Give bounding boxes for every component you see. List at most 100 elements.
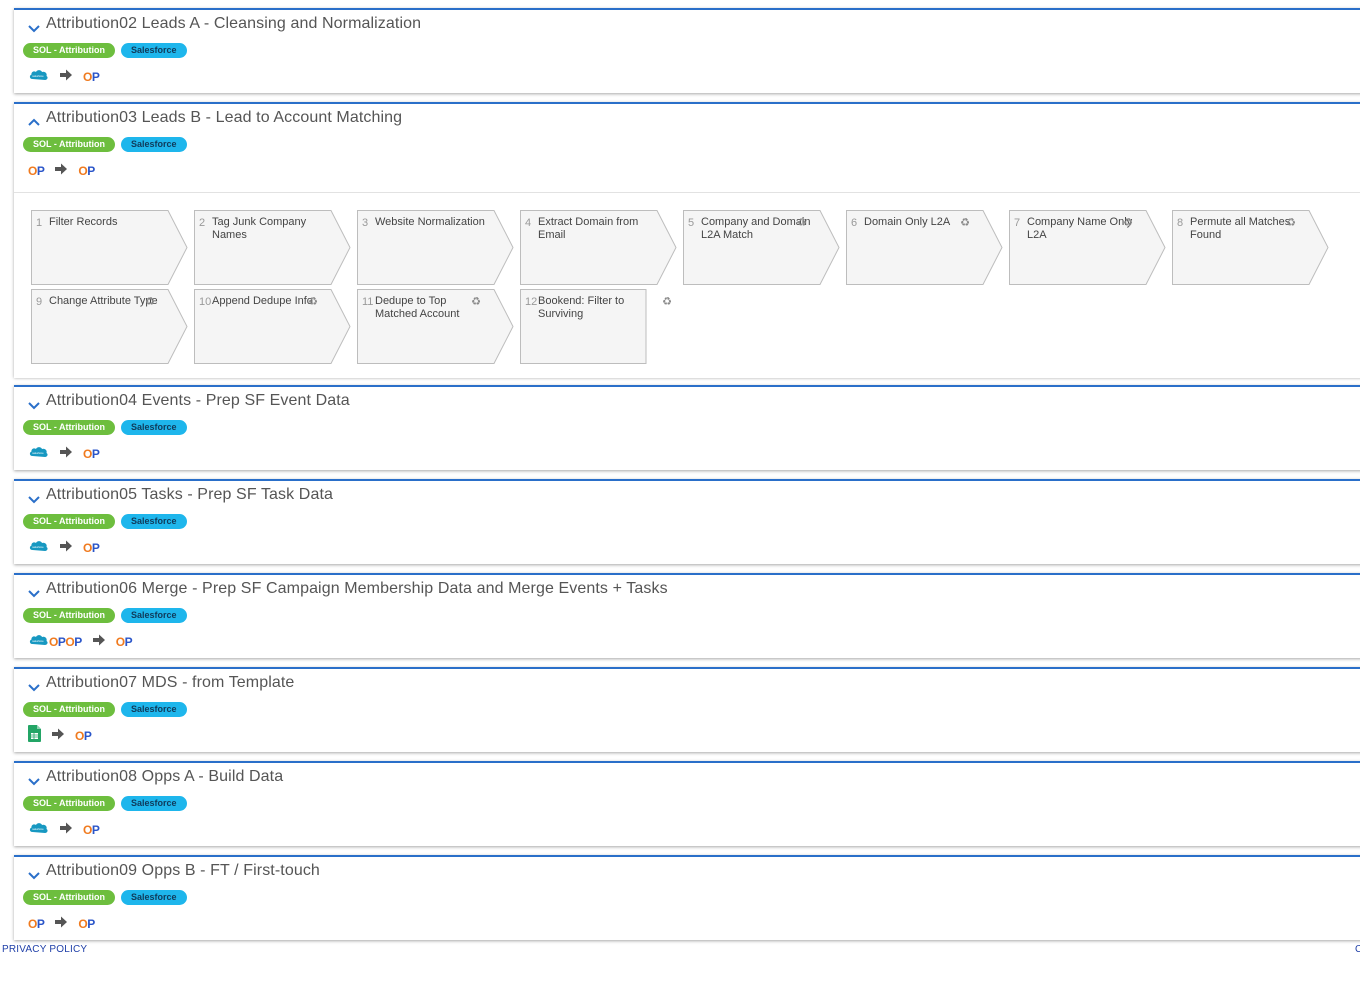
pipeline-step[interactable]: 11 Dedupe to Top Matched Account ♻ bbox=[357, 289, 514, 364]
recycle-icon: ♻ bbox=[1123, 217, 1133, 229]
pipeline-card: Attribution08 Opps A - Build Data SOL - A… bbox=[14, 761, 1360, 846]
tag-list: SOL - Attribution Salesforce bbox=[23, 608, 187, 623]
pipeline-title[interactable]: Attribution03 Leads B - Lead to Account … bbox=[46, 109, 402, 127]
chevron-down-icon[interactable] bbox=[27, 492, 41, 506]
step-number: 7 bbox=[1014, 217, 1021, 229]
pipeline-step[interactable]: 10 Append Dedupe Info ♻ bbox=[194, 289, 351, 364]
step-label: Company Name Only L2A bbox=[1027, 216, 1133, 241]
pipeline-title[interactable]: Attribution04 Events - Prep SF Event Dat… bbox=[46, 392, 350, 410]
pipeline-title[interactable]: Attribution09 Opps B - FT / First-touch bbox=[46, 862, 320, 880]
op-icon: OP bbox=[28, 917, 45, 931]
tag-sol-attribution[interactable]: SOL - Attribution bbox=[23, 608, 115, 623]
tag-list: SOL - Attribution Salesforce bbox=[23, 702, 187, 717]
pipeline-header[interactable]: Attribution04 Events - Prep SF Event Dat… bbox=[14, 387, 1360, 479]
chevron-down-icon[interactable] bbox=[27, 868, 41, 882]
tag-salesforce[interactable]: Salesforce bbox=[121, 514, 187, 529]
op-icon-p: P bbox=[36, 917, 45, 931]
arrow-right-icon bbox=[92, 633, 106, 652]
pipeline-step[interactable]: 3 Website Normalization bbox=[357, 210, 514, 285]
pipeline-title[interactable]: Attribution07 MDS - from Template bbox=[46, 674, 294, 692]
chevron-down-icon[interactable] bbox=[27, 680, 41, 694]
footer-edge-text: C bbox=[1355, 944, 1360, 955]
pipeline-header[interactable]: Attribution07 MDS - from Template SOL - A… bbox=[14, 669, 1360, 761]
chevron-down-icon[interactable] bbox=[27, 586, 41, 600]
pipeline-header[interactable]: Attribution09 Opps B - FT / First-touch S… bbox=[14, 857, 1360, 949]
chevron-down-icon[interactable] bbox=[27, 21, 41, 35]
salesforce-icon: salesforce bbox=[28, 68, 49, 87]
pipeline-header[interactable]: Attribution08 Opps A - Build Data SOL - A… bbox=[14, 763, 1360, 855]
step-label: Bookend: Filter to Surviving bbox=[538, 295, 625, 320]
pipeline-title[interactable]: Attribution06 Merge - Prep SF Campaign M… bbox=[46, 580, 668, 598]
step-label: Extract Domain from Email bbox=[538, 216, 639, 241]
pipeline-header[interactable]: Attribution05 Tasks - Prep SF Task Data S… bbox=[14, 481, 1360, 573]
pipeline-step[interactable]: 7 Company Name Only L2A ♻ bbox=[1009, 210, 1166, 285]
flow-sources: salesforce bbox=[28, 68, 49, 87]
tag-salesforce[interactable]: Salesforce bbox=[121, 420, 187, 435]
tag-sol-attribution[interactable]: SOL - Attribution bbox=[23, 702, 115, 717]
step-label: Change Attribute Type bbox=[49, 295, 158, 307]
step-label: Dedupe to Top Matched Account bbox=[375, 295, 460, 320]
op-icon-o: O bbox=[83, 541, 92, 555]
salesforce-icon-text: salesforce bbox=[32, 452, 44, 455]
tag-salesforce[interactable]: Salesforce bbox=[121, 702, 187, 717]
tag-sol-attribution[interactable]: SOL - Attribution bbox=[23, 420, 115, 435]
chevron-down-icon[interactable] bbox=[27, 398, 41, 412]
pipeline-header[interactable]: Attribution02 Leads A - Cleansing and No… bbox=[14, 10, 1360, 102]
privacy-policy-link[interactable]: PRIVACY POLICY bbox=[2, 944, 87, 955]
flow-sources: salesforce OP OP bbox=[28, 633, 82, 652]
pipeline-flow: OP OP bbox=[28, 161, 105, 181]
pipeline-step[interactable]: 5 Company and Domain L2A Match ♻ bbox=[683, 210, 840, 285]
salesforce-icon-text: salesforce bbox=[32, 75, 44, 78]
pipeline-card: Attribution07 MDS - from Template SOL - A… bbox=[14, 667, 1360, 752]
chevron-up-icon[interactable] bbox=[27, 115, 41, 129]
pipeline-step[interactable]: 8 Permute all Matches Found ♻ bbox=[1172, 210, 1329, 285]
tag-salesforce[interactable]: Salesforce bbox=[121, 890, 187, 905]
arrow-right-icon bbox=[54, 162, 68, 181]
pipeline-flow: OP OP bbox=[28, 914, 105, 934]
pipeline-step[interactable]: 4 Extract Domain from Email bbox=[520, 210, 677, 285]
pipeline-title[interactable]: Attribution08 Opps A - Build Data bbox=[46, 768, 283, 786]
flow-sources: OP bbox=[28, 917, 45, 931]
recycle-icon: ♻ bbox=[662, 296, 672, 308]
tag-sol-attribution[interactable]: SOL - Attribution bbox=[23, 796, 115, 811]
google-sheets-icon bbox=[28, 725, 41, 747]
arrow-right-icon bbox=[54, 915, 68, 934]
op-icon: OP bbox=[49, 635, 66, 649]
op-icon-p: P bbox=[91, 70, 100, 84]
tag-sol-attribution[interactable]: SOL - Attribution bbox=[23, 43, 115, 58]
op-icon-p: P bbox=[124, 635, 133, 649]
flow-sources: OP bbox=[28, 164, 45, 178]
tag-salesforce[interactable]: Salesforce bbox=[121, 796, 187, 811]
salesforce-icon: salesforce bbox=[28, 633, 49, 652]
tag-list: SOL - Attribution Salesforce bbox=[23, 796, 187, 811]
op-icon-o: O bbox=[83, 823, 92, 837]
op-icon-o: O bbox=[83, 70, 92, 84]
tag-sol-attribution[interactable]: SOL - Attribution bbox=[23, 514, 115, 529]
pipeline-header[interactable]: Attribution03 Leads B - Lead to Account … bbox=[14, 104, 1360, 196]
chevron-down-icon[interactable] bbox=[27, 774, 41, 788]
recycle-icon: ♻ bbox=[471, 296, 481, 308]
pipeline-steps: 1 Filter Records 2 Tag Junk Company Names 3 W… bbox=[14, 192, 1360, 378]
tag-salesforce[interactable]: Salesforce bbox=[121, 43, 187, 58]
pipeline-flow: salesforce OP bbox=[28, 444, 109, 464]
tag-list: SOL - Attribution Salesforce bbox=[23, 890, 187, 905]
tag-salesforce[interactable]: Salesforce bbox=[121, 608, 187, 623]
pipeline-step[interactable]: 6 Domain Only L2A ♻ bbox=[846, 210, 1003, 285]
pipeline-title[interactable]: Attribution02 Leads A - Cleansing and No… bbox=[46, 15, 421, 33]
pipeline-step[interactable]: 1 Filter Records bbox=[31, 210, 188, 285]
arrow-right-icon bbox=[59, 445, 73, 464]
tag-salesforce[interactable]: Salesforce bbox=[121, 137, 187, 152]
op-icon: OP bbox=[78, 164, 95, 178]
step-number: 2 bbox=[199, 217, 206, 229]
op-icon: OP bbox=[75, 729, 92, 743]
tag-sol-attribution[interactable]: SOL - Attribution bbox=[23, 890, 115, 905]
pipeline-step[interactable]: 12 Bookend: Filter to Surviving ♻ bbox=[520, 289, 677, 364]
op-icon-p: P bbox=[91, 541, 100, 555]
tag-sol-attribution[interactable]: SOL - Attribution bbox=[23, 137, 115, 152]
pipeline-step[interactable]: 2 Tag Junk Company Names bbox=[194, 210, 351, 285]
op-icon: OP bbox=[83, 541, 100, 555]
pipeline-header[interactable]: Attribution06 Merge - Prep SF Campaign M… bbox=[14, 575, 1360, 667]
pipeline-title[interactable]: Attribution05 Tasks - Prep SF Task Data bbox=[46, 486, 333, 504]
tag-list: SOL - Attribution Salesforce bbox=[23, 420, 187, 435]
pipeline-step[interactable]: 9 Change Attribute Type ♻ bbox=[31, 289, 188, 364]
